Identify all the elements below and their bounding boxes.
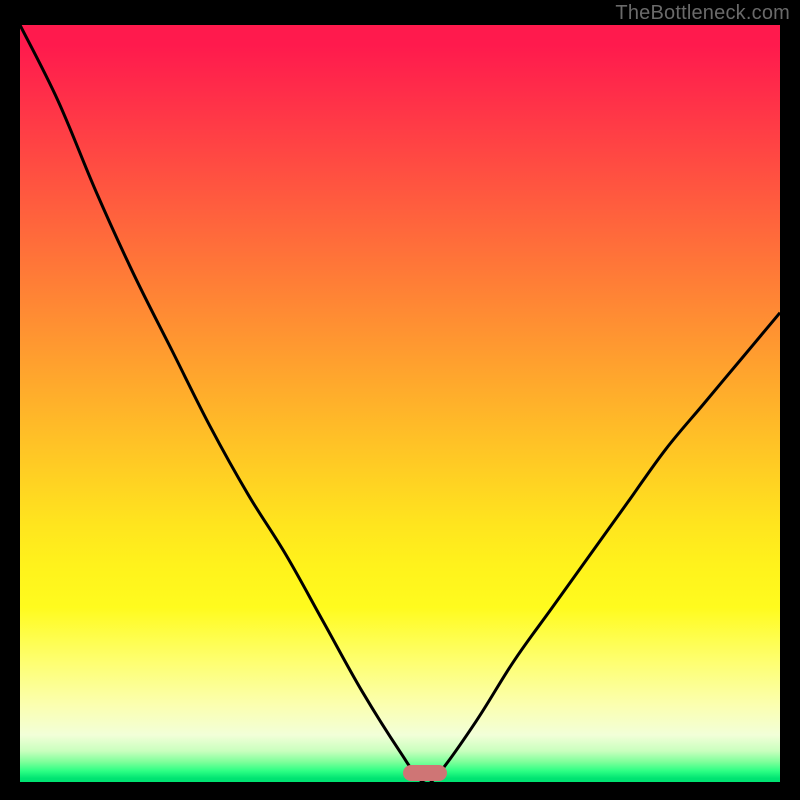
- attribution-text: TheBottleneck.com: [615, 2, 790, 25]
- bottleneck-curve: [20, 25, 780, 782]
- curve-layer: [20, 25, 780, 782]
- optimal-range-marker: [403, 765, 447, 781]
- plot-area: [20, 25, 780, 782]
- chart-root: TheBottleneck.com: [0, 0, 800, 800]
